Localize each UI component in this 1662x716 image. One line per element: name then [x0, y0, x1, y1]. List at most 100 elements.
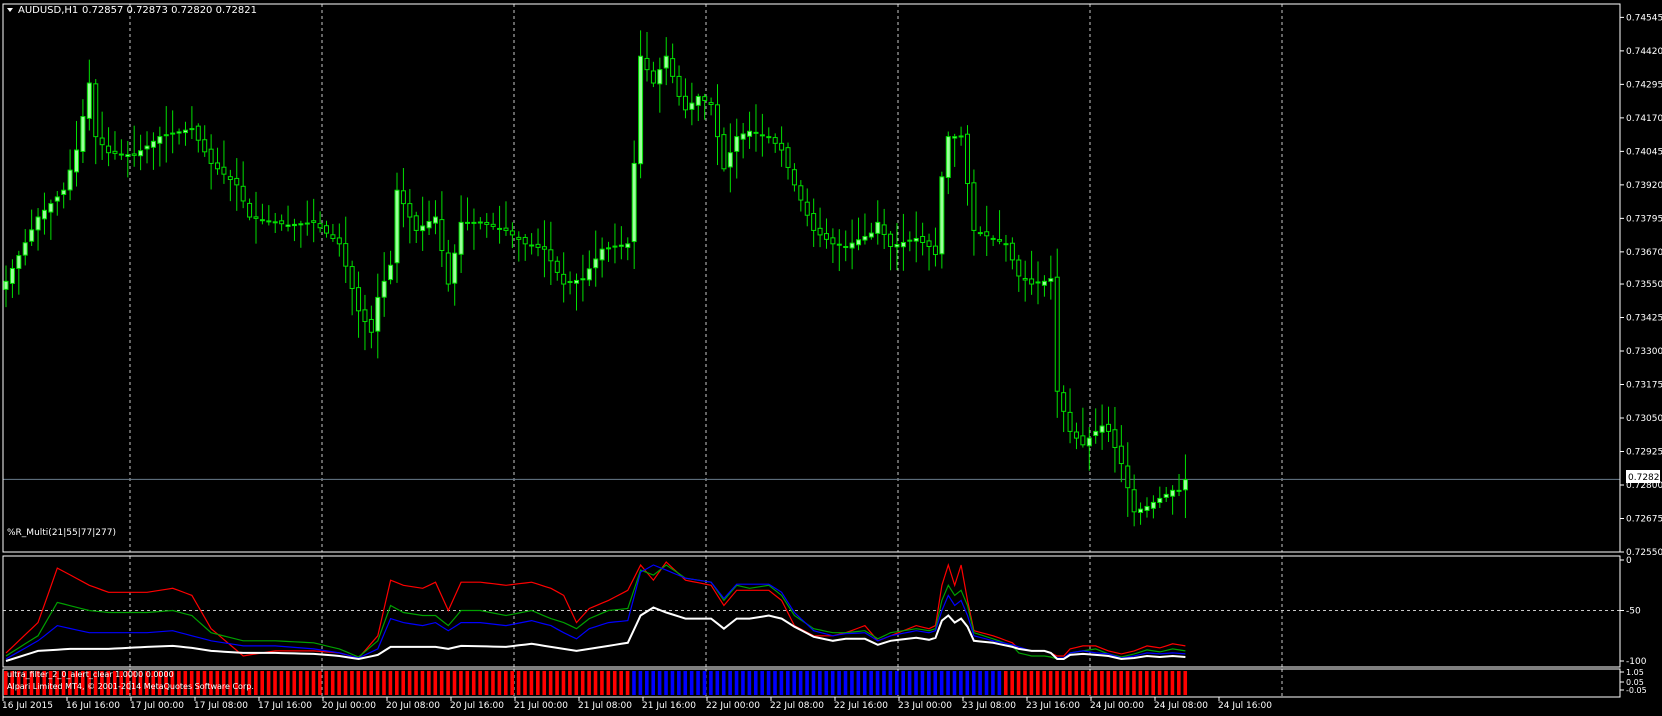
- filter-bar: [542, 671, 547, 695]
- candle-body: [291, 223, 297, 227]
- candle-body: [163, 134, 169, 137]
- chart-canvas[interactable]: 0.74545 0.74420 0.74295 0.74170 0.74045 0.739…: [0, 0, 1662, 712]
- candle-body: [875, 221, 881, 234]
- filter-bar: [734, 671, 739, 695]
- candle-body: [394, 189, 400, 264]
- candle-body: [170, 132, 176, 135]
- candle-body: [868, 232, 874, 238]
- time-tick-label: 16 Jul 16:00: [66, 701, 120, 711]
- candle-body: [176, 131, 182, 134]
- broker-label: Alpari Limited MT4, © 2001-2014 MetaQuot…: [7, 682, 254, 691]
- candle-body: [682, 95, 688, 111]
- candle-body: [356, 287, 362, 312]
- candle-body: [663, 55, 669, 69]
- filter-bar: [837, 671, 841, 695]
- candle-body: [407, 203, 413, 218]
- time-tick-label: 23 Jul 08:00: [962, 701, 1016, 711]
- candle-body: [567, 281, 573, 284]
- filter-bar: [786, 671, 790, 695]
- candle-body: [61, 189, 67, 195]
- candle-body: [381, 280, 387, 298]
- candle-body: [458, 221, 464, 255]
- candle-body: [279, 220, 285, 225]
- candle-body: [830, 237, 836, 245]
- time-tick-label: 21 Jul 00:00: [514, 701, 568, 711]
- candle-body: [638, 55, 644, 165]
- candle-body: [990, 237, 996, 240]
- candle-body: [856, 239, 862, 246]
- candle-body: [811, 213, 817, 231]
- candle-body: [465, 221, 471, 224]
- filter-bar: [1036, 671, 1040, 695]
- filter-bar: [824, 671, 829, 695]
- candle-body: [785, 147, 791, 168]
- candle-body: [888, 233, 894, 248]
- filter-bar: [914, 671, 918, 695]
- filter-bar: [311, 671, 316, 695]
- candle-body: [227, 176, 233, 181]
- filter-bar: [1016, 671, 1021, 695]
- mt4-chart-window[interactable]: 0.74545 0.74420 0.74295 0.74170 0.74045 0.739…: [0, 0, 1662, 712]
- filter-bar: [715, 671, 720, 695]
- filter-bar: [1074, 671, 1079, 695]
- candle-body: [503, 227, 509, 231]
- filter-bar: [664, 671, 668, 695]
- filter-bar: [901, 671, 905, 695]
- filter-bar: [798, 671, 803, 695]
- price-tick-label: 0.73670: [1626, 248, 1662, 258]
- candle-body: [266, 220, 272, 223]
- filter-bar: [439, 671, 444, 695]
- candle-body: [215, 162, 221, 170]
- filter-bar: [350, 671, 354, 695]
- candle-body: [1170, 489, 1176, 497]
- candle-body: [426, 220, 432, 229]
- filter-bar: [260, 671, 264, 695]
- candle-body: [573, 279, 579, 284]
- filter-bar: [491, 671, 495, 695]
- candle-body: [22, 242, 28, 256]
- filter-bar: [741, 671, 745, 695]
- candle-body: [452, 252, 458, 284]
- candle-body: [400, 190, 406, 205]
- filter-bar: [273, 671, 277, 695]
- candle-body: [657, 69, 663, 85]
- candle-body: [529, 244, 535, 247]
- candle-body: [695, 95, 701, 106]
- candle-body: [881, 224, 887, 235]
- candle-body: [86, 82, 92, 119]
- candle-body: [779, 142, 785, 151]
- filter-bar: [388, 671, 393, 695]
- wpr-indicator-label: %R_Multi(21|55|77|277): [7, 528, 116, 538]
- candle-body: [131, 153, 137, 156]
- filter-bar: [1055, 671, 1059, 695]
- candle-body: [734, 136, 740, 152]
- filter-bar: [459, 671, 463, 695]
- filter-bar: [965, 671, 970, 695]
- price-tick-label: 0.73920: [1626, 181, 1662, 191]
- candle-body: [330, 234, 336, 239]
- filter-bar: [420, 671, 425, 695]
- candle-body: [368, 318, 374, 333]
- filter-bar: [721, 671, 726, 695]
- filter-bar: [510, 671, 514, 695]
- candle-body: [945, 136, 951, 178]
- candle-body: [1003, 243, 1009, 246]
- filter-bar: [298, 671, 303, 695]
- price-tick-label: 0.74295: [1626, 80, 1662, 90]
- filter-bar: [471, 671, 476, 695]
- candle-body: [606, 247, 612, 250]
- candle-body: [413, 215, 419, 231]
- candle-body: [612, 245, 618, 248]
- price-tick-label: 0.73425: [1626, 314, 1662, 324]
- filter-bar: [702, 671, 707, 695]
- filter-bar: [830, 671, 835, 695]
- filter-bar: [1048, 671, 1053, 695]
- chart-background: [0, 0, 1662, 712]
- filter-bar: [407, 671, 412, 695]
- filter-bar: [1010, 671, 1014, 695]
- price-tick-label: 0.73795: [1626, 214, 1662, 224]
- filter-bar: [536, 671, 540, 695]
- filter-bar: [766, 671, 771, 695]
- filter-bar: [939, 671, 944, 695]
- filter-bar: [1177, 671, 1181, 695]
